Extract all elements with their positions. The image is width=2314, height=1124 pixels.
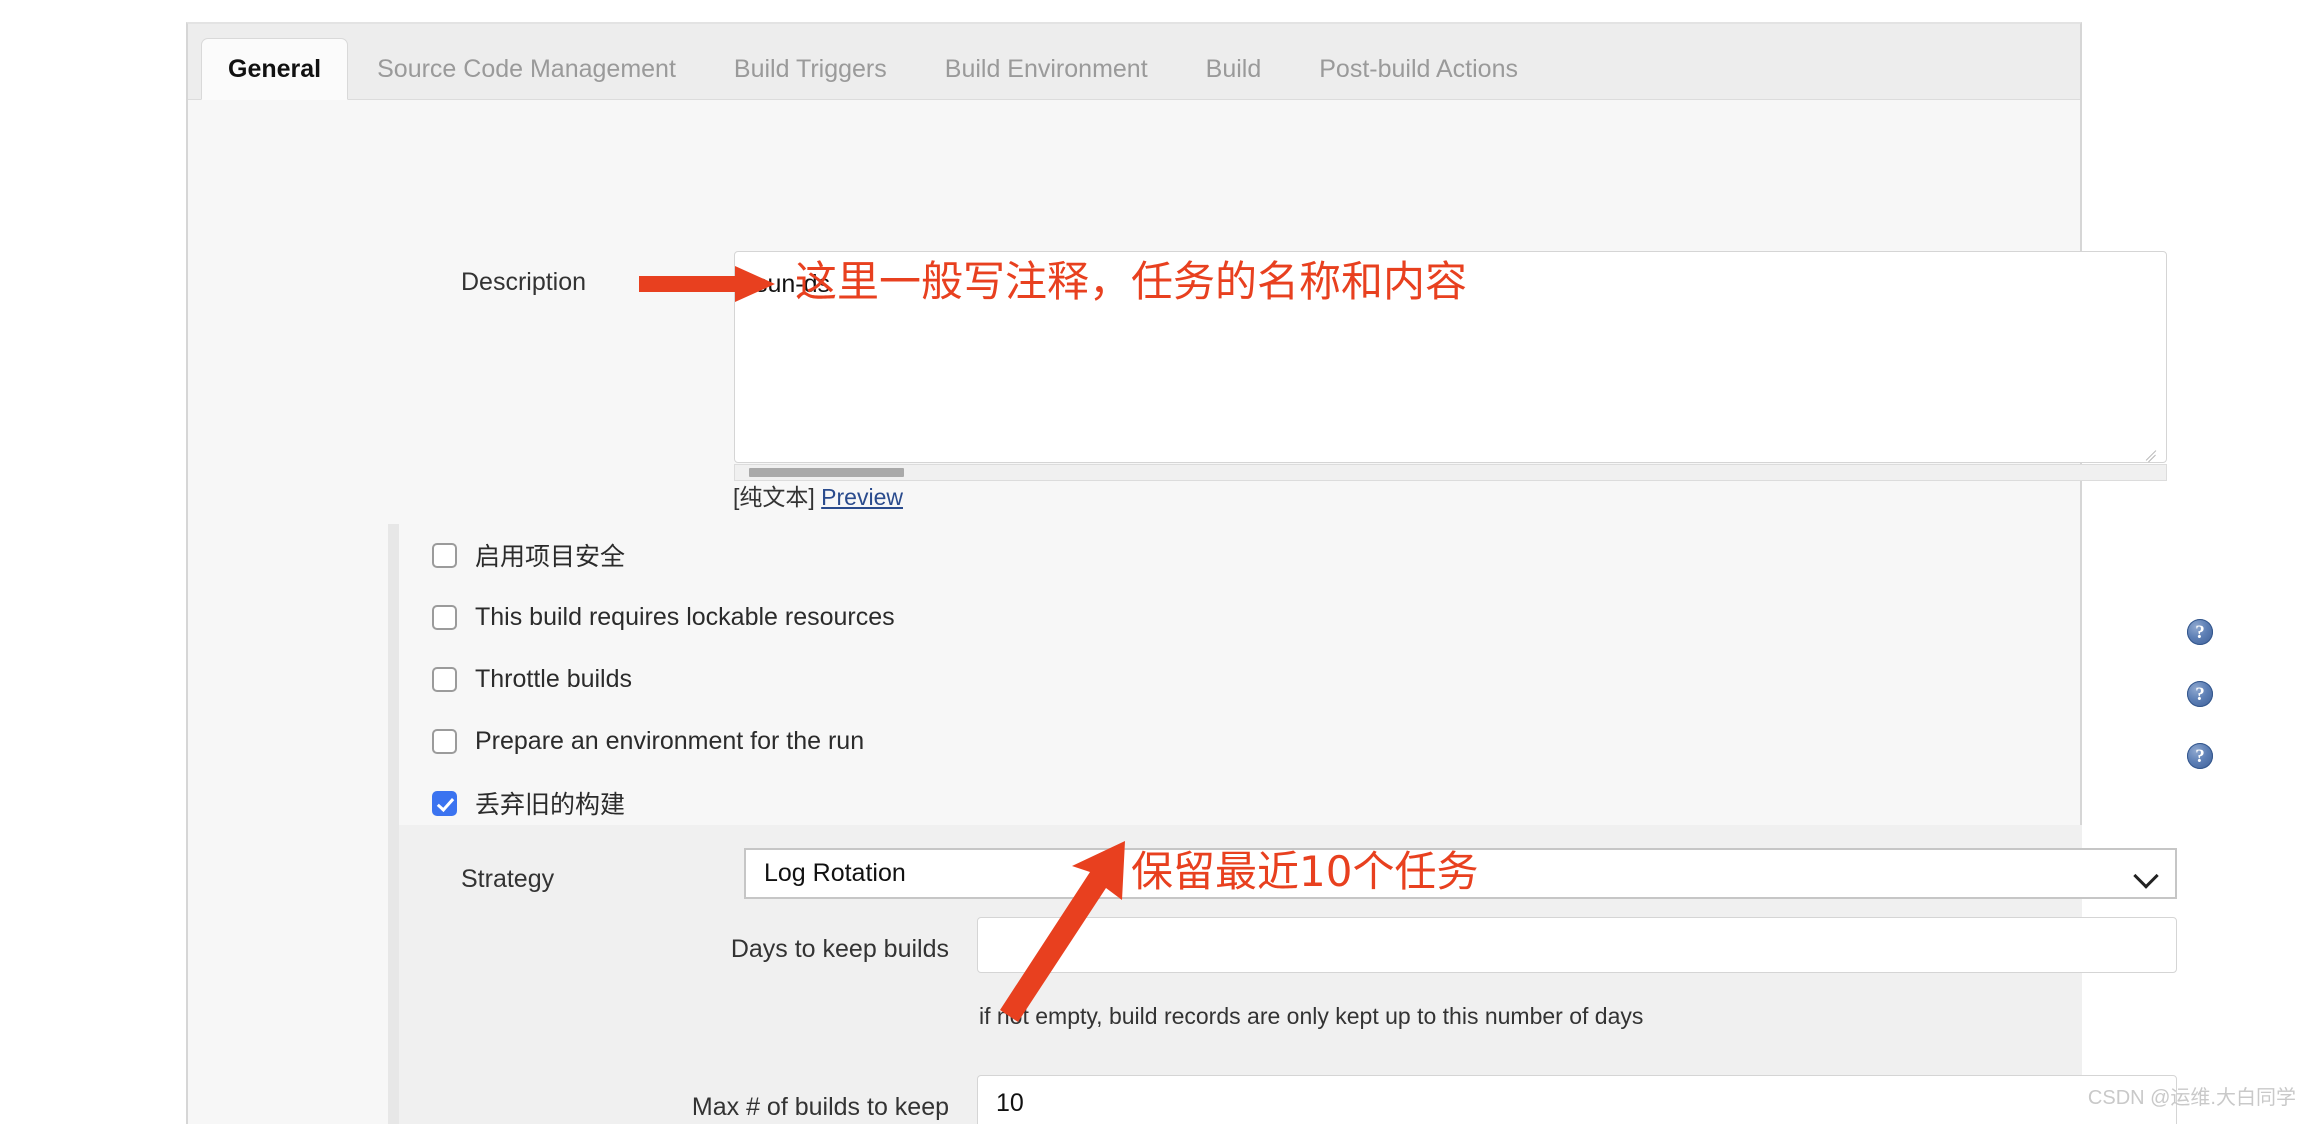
config-body: Description [纯文本] Preview 启用项目安全 — [188, 100, 2213, 1124]
help-icon-glyph: ? — [2195, 745, 2205, 767]
description-meta: [纯文本] Preview — [733, 478, 903, 512]
discard-strategy-block: Strategy Log Rotation Days to keep build… — [388, 825, 2177, 1124]
options-checkbox-section: 启用项目安全 This build requires lockable reso… — [388, 524, 2082, 834]
days-to-keep-builds-label: Days to keep builds — [730, 935, 949, 963]
preview-link[interactable]: Preview — [821, 484, 903, 510]
checkbox-label[interactable]: Throttle builds — [475, 665, 632, 694]
description-textarea[interactable] — [734, 251, 2167, 463]
days-to-keep-builds-input[interactable] — [977, 917, 2177, 973]
chevron-down-icon — [2133, 863, 2159, 889]
scrollbar-thumb[interactable] — [749, 468, 904, 477]
help-icon-glyph: ? — [2195, 621, 2205, 643]
tab-general[interactable]: General — [201, 38, 349, 100]
checkbox-lockable-resources[interactable] — [432, 604, 457, 630]
checkbox-discard-old-builds[interactable] — [432, 790, 457, 816]
description-row: Description — [188, 100, 2167, 463]
tab-label: Source Code Management — [377, 55, 676, 83]
config-tab-bar: General Source Code Management Build Tri… — [188, 24, 2080, 100]
strategy-select[interactable]: Log Rotation — [744, 848, 2177, 899]
checkbox-throttle-builds[interactable] — [432, 666, 457, 692]
checkbox-label[interactable]: 丢弃旧的构建 — [475, 785, 625, 821]
tab-build-triggers[interactable]: Build Triggers — [705, 39, 916, 99]
config-panel: General Source Code Management Build Tri… — [186, 22, 2213, 1124]
tab-label: General — [228, 55, 322, 83]
description-horizontal-scrollbar[interactable] — [734, 464, 2167, 481]
checkbox-label[interactable]: Prepare an environment for the run — [475, 727, 864, 756]
strategy-label: Strategy — [461, 865, 555, 893]
checkbox-label[interactable]: 启用项目安全 — [475, 537, 625, 573]
tab-label: Build — [1205, 55, 1262, 83]
markup-type-label: [纯文本] — [733, 484, 815, 510]
description-field-wrap — [734, 251, 2167, 468]
checkbox-row-project-security[interactable]: 启用项目安全 — [432, 524, 2082, 586]
watermark: CSDN @运维.大白同学 — [2087, 1087, 2296, 1109]
checkbox-row-throttle-builds[interactable]: Throttle builds — [432, 648, 2082, 710]
tab-label: Build Triggers — [733, 55, 887, 83]
max-builds-to-keep-value: 10 — [996, 1088, 1024, 1117]
tab-label: Post-build Actions — [1319, 55, 1518, 83]
checkbox-prepare-environment[interactable] — [432, 728, 457, 754]
tab-build-environment[interactable]: Build Environment — [916, 39, 1177, 99]
checkbox-project-security[interactable] — [432, 542, 457, 568]
help-icon-prepare-environment[interactable]: ? — [2187, 681, 2213, 707]
jenkins-job-config-page: General Source Code Management Build Tri… — [0, 0, 2314, 1124]
tab-label: Build Environment — [944, 55, 1148, 83]
help-icon-discard-old-builds[interactable]: ? — [2187, 743, 2213, 769]
days-to-keep-builds-help-text: if not empty, build records are only kep… — [979, 1003, 1644, 1029]
checkbox-row-prepare-environment[interactable]: Prepare an environment for the run — [432, 710, 2082, 772]
tab-post-build-actions[interactable]: Post-build Actions — [1290, 39, 1547, 99]
help-icon-throttle-builds[interactable]: ? — [2187, 619, 2213, 645]
help-icon-glyph: ? — [2195, 683, 2205, 705]
checkbox-label[interactable]: This build requires lockable resources — [475, 603, 895, 632]
strategy-selected-value: Log Rotation — [764, 859, 906, 887]
max-builds-to-keep-input[interactable]: 10 — [977, 1075, 2177, 1124]
tab-source-code-management[interactable]: Source Code Management — [348, 39, 705, 99]
max-builds-to-keep-label: Max # of builds to keep — [691, 1093, 949, 1121]
tab-build[interactable]: Build — [1177, 39, 1291, 99]
checkbox-row-lockable-resources[interactable]: This build requires lockable resources — [432, 586, 2082, 648]
description-label: Description — [461, 268, 587, 296]
